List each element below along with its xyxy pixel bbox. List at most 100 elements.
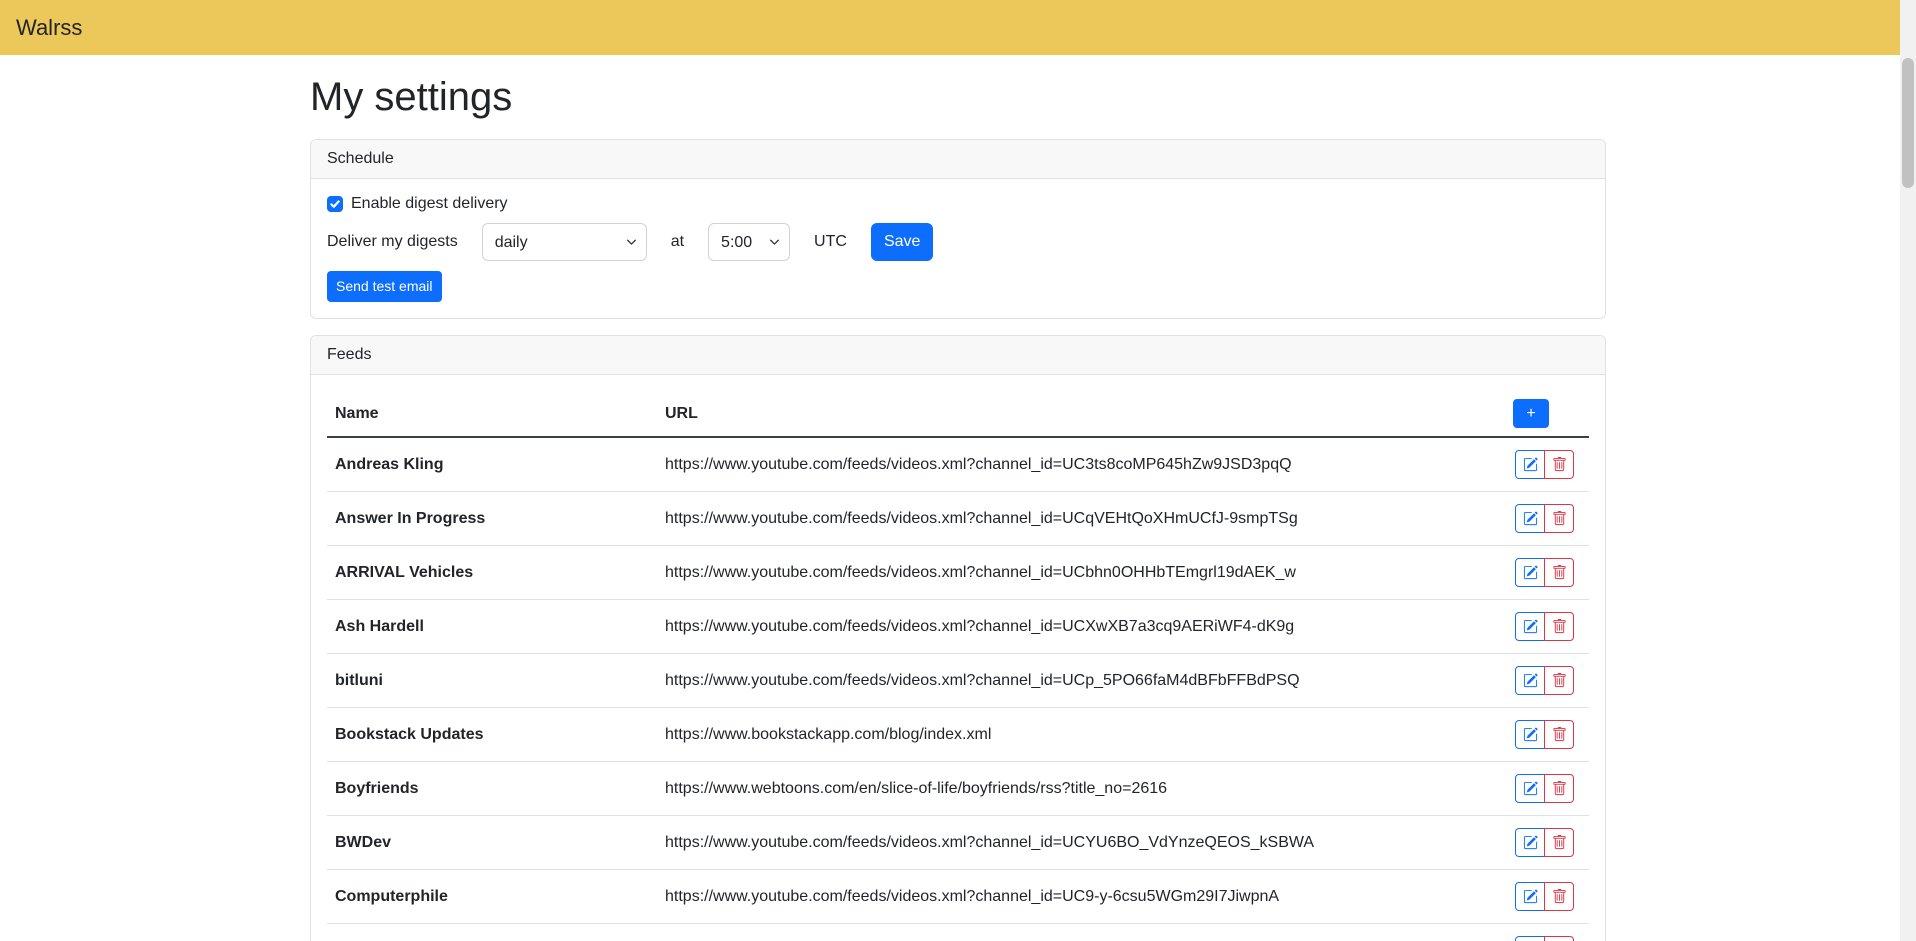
delete-feed-button[interactable]	[1544, 774, 1574, 803]
delete-feed-button[interactable]	[1544, 450, 1574, 479]
brand-link[interactable]: Walrss	[16, 15, 82, 41]
table-row: Fireship https://www.youtube.com/feeds/v…	[327, 924, 1589, 941]
pencil-square-icon	[1523, 565, 1538, 580]
main-container: My settings Schedule Enable digest deliv…	[298, 73, 1618, 941]
feed-actions	[1469, 816, 1589, 870]
feed-action-group	[1515, 774, 1574, 803]
edit-feed-button[interactable]	[1515, 882, 1545, 911]
time-select-wrap: 5:00	[708, 223, 790, 261]
feed-url: https://www.youtube.com/feeds/videos.xml…	[657, 654, 1469, 708]
page-title: My settings	[310, 73, 1606, 121]
add-feed-button[interactable]: +	[1513, 399, 1549, 428]
trash-icon	[1552, 835, 1567, 850]
table-row: ARRIVAL Vehicles https://www.youtube.com…	[327, 546, 1589, 600]
check-icon	[329, 198, 341, 210]
feed-url: https://www.youtube.com/feeds/videos.xml…	[657, 437, 1469, 492]
edit-feed-button[interactable]	[1515, 558, 1545, 587]
utc-label: UTC	[814, 233, 847, 251]
edit-feed-button[interactable]	[1515, 450, 1545, 479]
delete-feed-button[interactable]	[1544, 558, 1574, 587]
feed-name: Ash Hardell	[327, 600, 657, 654]
feed-url: https://www.youtube.com/feeds/videos.xml…	[657, 546, 1469, 600]
feed-actions	[1469, 600, 1589, 654]
feed-actions	[1469, 870, 1589, 924]
feed-url: https://www.bookstackapp.com/blog/index.…	[657, 708, 1469, 762]
feed-action-group	[1515, 666, 1574, 695]
table-row: Computerphile https://www.youtube.com/fe…	[327, 870, 1589, 924]
edit-feed-button[interactable]	[1515, 774, 1545, 803]
feed-actions	[1469, 492, 1589, 546]
delete-feed-button[interactable]	[1544, 720, 1574, 749]
delete-feed-button[interactable]	[1544, 666, 1574, 695]
delete-feed-button[interactable]	[1544, 882, 1574, 911]
feeds-card-header: Feeds	[311, 336, 1605, 375]
table-row: Andreas Kling https://www.youtube.com/fe…	[327, 437, 1589, 492]
feed-action-group	[1515, 612, 1574, 641]
edit-feed-button[interactable]	[1515, 936, 1545, 941]
schedule-card-body: Enable digest delivery Deliver my digest…	[311, 179, 1605, 318]
feed-name: ARRIVAL Vehicles	[327, 546, 657, 600]
delete-feed-button[interactable]	[1544, 612, 1574, 641]
save-button[interactable]: Save	[871, 223, 933, 261]
pencil-square-icon	[1523, 673, 1538, 688]
delete-feed-button[interactable]	[1544, 504, 1574, 533]
feed-action-group	[1515, 936, 1574, 941]
pencil-square-icon	[1523, 889, 1538, 904]
navbar: Walrss	[0, 0, 1916, 55]
pencil-square-icon	[1523, 727, 1538, 742]
feed-action-group	[1515, 558, 1574, 587]
trash-icon	[1552, 727, 1567, 742]
feed-actions	[1469, 654, 1589, 708]
pencil-square-icon	[1523, 457, 1538, 472]
feed-actions	[1469, 437, 1589, 492]
feeds-table: Name URL + Andreas Kling https://www.you…	[327, 391, 1589, 941]
table-row: Boyfriends https://www.webtoons.com/en/s…	[327, 762, 1589, 816]
feed-action-group	[1515, 882, 1574, 911]
frequency-select[interactable]: daily	[482, 223, 647, 261]
send-test-email-button[interactable]: Send test email	[327, 271, 442, 302]
table-row: Answer In Progress https://www.youtube.c…	[327, 492, 1589, 546]
feed-action-group	[1515, 720, 1574, 749]
table-row: Bookstack Updates https://www.bookstacka…	[327, 708, 1589, 762]
frequency-select-wrap: daily	[482, 223, 647, 261]
column-header-url: URL	[657, 391, 1469, 437]
feed-name: Fireship	[327, 924, 657, 941]
column-header-name: Name	[327, 391, 657, 437]
edit-feed-button[interactable]	[1515, 504, 1545, 533]
at-label: at	[671, 233, 684, 251]
pencil-square-icon	[1523, 781, 1538, 796]
feeds-table-header-row: Name URL +	[327, 391, 1589, 437]
feed-name: Andreas Kling	[327, 437, 657, 492]
table-row: BWDev https://www.youtube.com/feeds/vide…	[327, 816, 1589, 870]
vertical-scrollbar-track[interactable]	[1900, 0, 1916, 941]
delete-feed-button[interactable]	[1544, 828, 1574, 857]
enable-digest-checkbox[interactable]	[327, 196, 343, 212]
schedule-card-header: Schedule	[311, 140, 1605, 179]
pencil-square-icon	[1523, 835, 1538, 850]
feed-actions	[1469, 924, 1589, 941]
trash-icon	[1552, 781, 1567, 796]
edit-feed-button[interactable]	[1515, 666, 1545, 695]
column-header-actions: +	[1469, 391, 1589, 437]
feed-name: Boyfriends	[327, 762, 657, 816]
trash-icon	[1552, 889, 1567, 904]
feed-name: Bookstack Updates	[327, 708, 657, 762]
pencil-square-icon	[1523, 511, 1538, 526]
feeds-table-body: Andreas Kling https://www.youtube.com/fe…	[327, 437, 1589, 941]
feed-url: https://www.webtoons.com/en/slice-of-lif…	[657, 762, 1469, 816]
vertical-scrollbar-thumb[interactable]	[1902, 58, 1914, 188]
edit-feed-button[interactable]	[1515, 720, 1545, 749]
table-row: Ash Hardell https://www.youtube.com/feed…	[327, 600, 1589, 654]
deliver-label: Deliver my digests	[327, 233, 458, 251]
time-select[interactable]: 5:00	[708, 223, 790, 261]
delete-feed-button[interactable]	[1544, 936, 1574, 941]
trash-icon	[1552, 457, 1567, 472]
table-row: bitluni https://www.youtube.com/feeds/vi…	[327, 654, 1589, 708]
schedule-card: Schedule Enable digest delivery Deliver …	[310, 139, 1606, 319]
trash-icon	[1552, 619, 1567, 634]
edit-feed-button[interactable]	[1515, 828, 1545, 857]
trash-icon	[1552, 565, 1567, 580]
feeds-card: Feeds Name URL +	[310, 335, 1606, 941]
feed-url: https://www.youtube.com/feeds/videos.xml…	[657, 600, 1469, 654]
edit-feed-button[interactable]	[1515, 612, 1545, 641]
